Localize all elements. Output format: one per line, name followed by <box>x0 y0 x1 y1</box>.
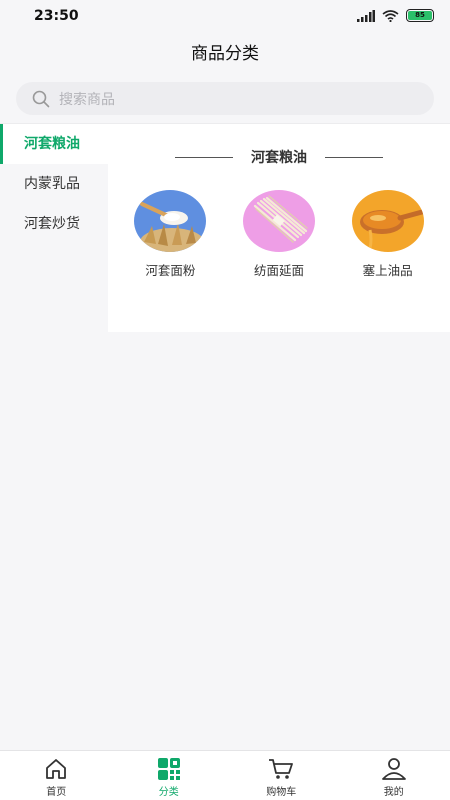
sidebar-item-grain-oil[interactable]: 河套粮油 <box>0 124 108 164</box>
page-title: 商品分类 <box>191 44 259 64</box>
subcategory-flour[interactable]: 河套面粉 <box>120 190 220 279</box>
tab-home[interactable]: 首页 <box>0 751 113 800</box>
category-content: 河套粮油 河套面粉 纺面延面 塞上油品 <box>108 124 450 332</box>
tab-cart[interactable]: 购物车 <box>225 751 338 800</box>
sidebar-item-label: 河套炒货 <box>24 216 80 232</box>
category-icon <box>157 758 180 780</box>
cart-icon <box>269 759 294 779</box>
subcategory-label: 纺面延面 <box>253 263 304 278</box>
subcategory-label: 河套面粉 <box>145 263 196 278</box>
bottom-tab-bar: 首页 分类 购物车 我的 <box>0 750 450 800</box>
battery-icon: 85 <box>406 9 434 22</box>
tab-category[interactable]: 分类 <box>113 751 226 800</box>
divider-right <box>325 156 383 158</box>
tab-label: 我的 <box>383 787 404 798</box>
subcategory-oil[interactable]: 塞上油品 <box>338 190 438 279</box>
sidebar-item-label: 内蒙乳品 <box>24 176 80 192</box>
status-bar: 23:50 85 <box>0 0 450 34</box>
noodles-image <box>242 190 315 252</box>
section-title: 河套粮油 <box>251 150 307 166</box>
tab-label: 首页 <box>46 787 67 798</box>
search-input[interactable]: 搜索商品 <box>16 82 434 115</box>
subcategory-grid: 河套面粉 纺面延面 塞上油品 <box>108 190 450 279</box>
search-placeholder: 搜索商品 <box>59 91 115 108</box>
status-time: 23:50 <box>34 8 79 24</box>
profile-icon <box>381 758 406 780</box>
sidebar-item-dairy[interactable]: 内蒙乳品 <box>0 164 108 204</box>
tab-profile[interactable]: 我的 <box>338 751 450 800</box>
divider-left <box>175 156 233 158</box>
home-icon <box>46 759 67 779</box>
tab-label: 分类 <box>158 787 179 798</box>
wifi-icon <box>382 9 399 22</box>
sidebar-item-snacks[interactable]: 河套炒货 <box>0 204 108 244</box>
nav-bar: 商品分类 <box>0 34 450 74</box>
flour-image <box>134 190 207 252</box>
tab-label: 购物车 <box>266 787 297 798</box>
subcategory-label: 塞上油品 <box>362 263 413 278</box>
subcategory-noodles[interactable]: 纺面延面 <box>229 190 329 279</box>
status-icons: 85 <box>357 9 434 22</box>
battery-level: 85 <box>408 11 432 20</box>
search-area: 搜索商品 <box>0 74 450 124</box>
section-header: 河套粮油 <box>108 146 450 168</box>
sidebar-item-label: 河套粮油 <box>24 136 80 152</box>
category-sidebar: 河套粮油 内蒙乳品 河套炒货 <box>0 124 108 704</box>
oil-image <box>351 190 424 252</box>
signal-icon <box>357 9 375 22</box>
search-icon <box>32 90 50 107</box>
